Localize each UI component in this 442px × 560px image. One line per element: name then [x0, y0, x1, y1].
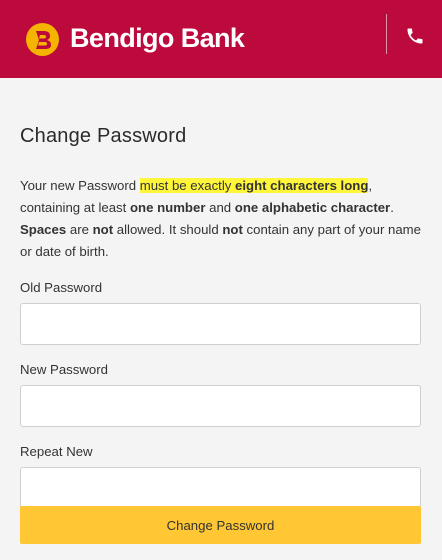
instruction-bold-text: not [92, 222, 114, 237]
page-title: Change Password [20, 125, 187, 147]
instruction-text: . [390, 200, 394, 215]
old-password-label: Old Password [20, 280, 103, 295]
instruction-bold-text: Spaces [20, 222, 67, 237]
repeat-new-password-input[interactable] [20, 467, 421, 509]
instruction-text: and [205, 200, 235, 215]
instruction-bold-text: not [222, 222, 243, 237]
phone-button[interactable] [398, 20, 432, 52]
instruction-text: are [66, 222, 93, 237]
instruction-text: allowed. It should [113, 222, 223, 237]
bendigo-logo-icon [26, 23, 59, 56]
instruction-bold-text: one alphabetic character [234, 200, 391, 215]
instruction-bold-text: one number [129, 200, 206, 215]
new-password-label: New Password [20, 362, 108, 377]
highlighted-requirement: must be exactly eight characters long [139, 178, 369, 193]
phone-icon [407, 28, 423, 44]
header-divider [386, 14, 387, 54]
app-header: Bendigo Bank [0, 0, 442, 78]
password-instructions: Your new Password must be exactly eight … [20, 175, 422, 263]
change-password-form: Change Password Your new Password must b… [20, 120, 422, 509]
new-password-input[interactable] [20, 385, 421, 427]
repeat-new-password-label: Repeat New [20, 444, 93, 459]
change-password-button[interactable]: Change Password [20, 506, 421, 544]
instruction-text: Your new Password [20, 178, 140, 193]
instruction-bold-text: eight characters long [235, 178, 369, 193]
old-password-input[interactable] [20, 303, 421, 345]
instruction-text: must be exactly [139, 178, 236, 193]
brand-name: Bendigo Bank [70, 23, 245, 53]
